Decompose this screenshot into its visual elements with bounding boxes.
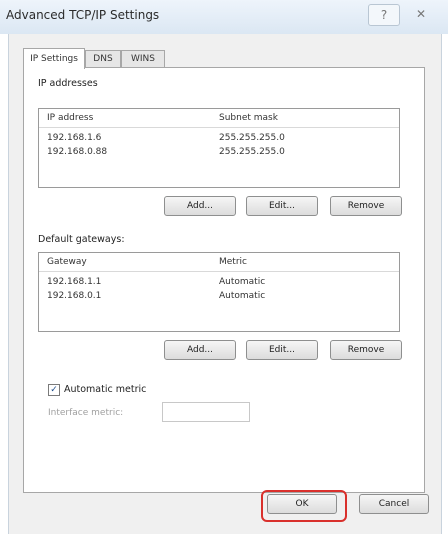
subnet-mask-cell: 255.255.255.0 [219,133,285,143]
ip-add-button[interactable]: Add... [164,196,236,216]
tab-dns[interactable]: DNS [85,50,121,68]
ip-address-cell: 192.168.1.6 [47,133,102,143]
close-icon: ✕ [415,7,427,21]
tab-ip-settings[interactable]: IP Settings [23,48,85,69]
gateway-edit-button[interactable]: Edit... [246,340,318,360]
gateway-remove-button[interactable]: Remove [330,340,402,360]
metric-cell: Automatic [219,277,266,287]
ok-button[interactable]: OK [267,494,337,514]
checkmark-icon: ✓ [50,385,58,395]
close-button[interactable]: ✕ [406,4,436,24]
gateway-add-button[interactable]: Add... [164,340,236,360]
ip-settings-panel: IP addresses IP address Subnet mask 192.… [23,67,425,493]
ip-address-list[interactable]: IP address Subnet mask 192.168.1.6 255.2… [38,108,400,188]
subnet-mask-column-header[interactable]: Subnet mask [219,113,278,123]
list-header-divider [39,127,399,128]
dialog-body: IP Settings DNS WINS IP addresses IP add… [8,34,442,534]
ip-remove-button[interactable]: Remove [330,196,402,216]
interface-metric-input[interactable] [162,402,250,422]
metric-cell: Automatic [219,291,266,301]
default-gateways-heading: Default gateways: [38,234,125,245]
automatic-metric-label[interactable]: Automatic metric [64,384,146,395]
ip-address-column-header[interactable]: IP address [47,113,93,123]
subnet-mask-cell: 255.255.255.0 [219,147,285,157]
help-icon: ? [380,8,388,22]
metric-column-header[interactable]: Metric [219,257,247,267]
ip-addresses-heading: IP addresses [38,78,98,89]
gateway-cell: 192.168.0.1 [47,291,102,301]
tab-wins[interactable]: WINS [121,50,165,68]
cancel-button[interactable]: Cancel [359,494,429,514]
gateway-cell: 192.168.1.1 [47,277,102,287]
interface-metric-label: Interface metric: [48,408,124,418]
ip-edit-button[interactable]: Edit... [246,196,318,216]
window-title: Advanced TCP/IP Settings [6,8,160,22]
list-header-divider [39,271,399,272]
gateway-column-header[interactable]: Gateway [47,257,87,267]
help-button[interactable]: ? [368,4,400,26]
automatic-metric-checkbox[interactable]: ✓ [48,384,60,396]
gateway-list[interactable]: Gateway Metric 192.168.1.1 Automatic 192… [38,252,400,332]
ip-address-cell: 192.168.0.88 [47,147,108,157]
title-bar: Advanced TCP/IP Settings ? ✕ [0,0,448,34]
